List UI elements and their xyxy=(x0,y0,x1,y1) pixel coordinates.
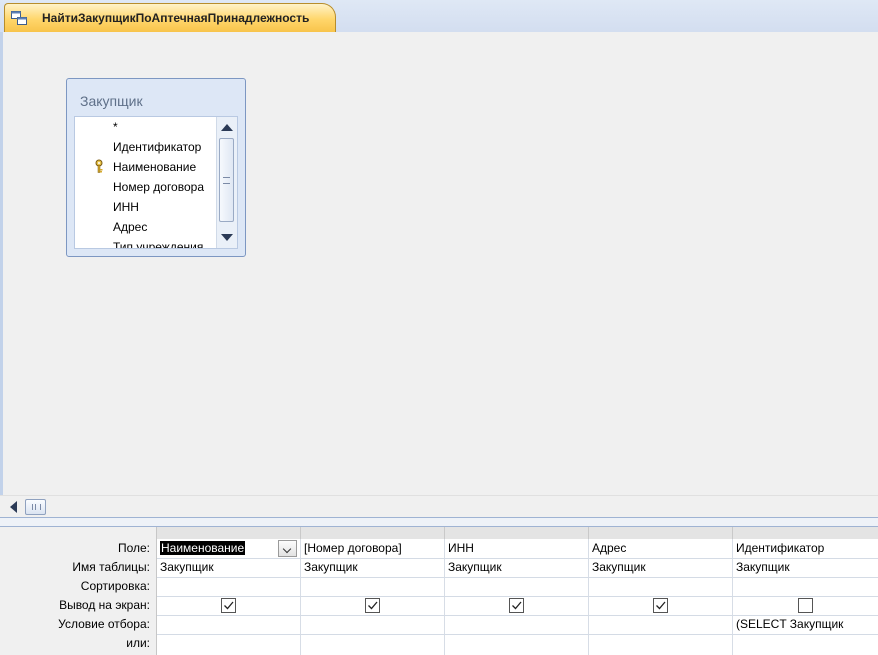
checkmark-icon xyxy=(224,601,234,610)
primary-key-icon xyxy=(95,159,103,173)
field-cell-1-selected-text: Наименование xyxy=(160,541,246,555)
show-checkbox-2[interactable] xyxy=(365,598,380,613)
field-list-body: * Идентификатор Наименование Номер догов… xyxy=(74,116,238,249)
field-list-item-name[interactable]: Наименование xyxy=(113,157,196,177)
row-label-table: Имя таблицы: xyxy=(72,560,150,574)
query-design-area[interactable]: Закупщик * Идентификатор Наименование Но… xyxy=(0,32,878,495)
row-label-or: или: xyxy=(126,636,150,650)
sort-cell-4[interactable] xyxy=(592,577,730,596)
field-list-title: Закупщик xyxy=(80,93,143,109)
grip-icon xyxy=(223,177,230,184)
show-checkbox-5[interactable] xyxy=(798,598,813,613)
query-grid-cells: Наименование [Номер договора] ИНН Адрес … xyxy=(156,527,878,655)
criteria-cell-3[interactable] xyxy=(448,615,586,634)
or-cell-4[interactable] xyxy=(592,634,730,653)
column-selector-4[interactable] xyxy=(589,527,733,539)
field-list-item-inn[interactable]: ИНН xyxy=(113,197,139,217)
table-field-list[interactable]: Закупщик * Идентификатор Наименование Но… xyxy=(66,78,246,257)
field-list-item-institution-type[interactable]: Тип учреждения xyxy=(113,237,203,248)
show-checkbox-1[interactable] xyxy=(221,598,236,613)
row-label-show: Вывод на экран: xyxy=(59,598,150,612)
show-checkbox-4[interactable] xyxy=(653,598,668,613)
field-cell-3[interactable]: ИНН xyxy=(448,539,474,558)
row-divider xyxy=(157,596,878,597)
field-list-item-all[interactable]: * xyxy=(113,117,118,137)
scroll-up-icon[interactable] xyxy=(221,124,233,131)
column-selector-1[interactable] xyxy=(157,527,301,539)
criteria-cell-4[interactable] xyxy=(592,615,730,634)
checkmark-icon xyxy=(368,601,378,610)
field-list-item-identifier[interactable]: Идентификатор xyxy=(113,137,201,157)
field-list-item-address[interactable]: Адрес xyxy=(113,217,147,237)
checkmark-icon xyxy=(656,601,666,610)
sort-cell-5[interactable] xyxy=(736,577,874,596)
criteria-cell-1[interactable] xyxy=(160,615,298,634)
or-cell-5[interactable] xyxy=(736,634,876,653)
design-horizontal-scrollbar[interactable] xyxy=(0,495,878,517)
horizontal-scroll-thumb[interactable] xyxy=(25,499,46,515)
field-dropdown-chevron-down-icon[interactable] xyxy=(278,540,297,557)
column-selector-3[interactable] xyxy=(445,527,589,539)
field-cell-4[interactable]: Адрес xyxy=(592,539,626,558)
field-list-scrollbar[interactable] xyxy=(216,117,237,248)
sort-cell-2[interactable] xyxy=(304,577,442,596)
sort-cell-3[interactable] xyxy=(448,577,586,596)
row-label-field: Поле: xyxy=(117,541,150,555)
grip-icon xyxy=(32,504,41,510)
or-cell-2[interactable] xyxy=(304,634,442,653)
field-cell-5[interactable]: Идентификатор xyxy=(736,539,824,558)
scroll-left-icon[interactable] xyxy=(10,501,17,513)
query-grid: Поле: Имя таблицы: Сортировка: Вывод на … xyxy=(0,527,878,655)
or-cell-1[interactable] xyxy=(160,634,298,653)
table-cell-4[interactable]: Закупщик xyxy=(592,558,646,577)
field-cell-1[interactable]: Наименование xyxy=(160,539,246,558)
pane-splitter[interactable] xyxy=(0,517,878,527)
column-selector-5[interactable] xyxy=(733,527,878,539)
show-checkbox-3[interactable] xyxy=(509,598,524,613)
field-list-item-contract-number[interactable]: Номер договора xyxy=(113,177,204,197)
table-cell-3[interactable]: Закупщик xyxy=(448,558,502,577)
checkmark-icon xyxy=(512,601,522,610)
criteria-cell-2[interactable] xyxy=(304,615,442,634)
or-cell-3[interactable] xyxy=(448,634,586,653)
sort-cell-1[interactable] xyxy=(160,577,298,596)
query-tab-title: НайтиЗакупщикПоАптечнаяПринадлежность xyxy=(42,11,310,25)
column-selector-2[interactable] xyxy=(301,527,445,539)
row-label-sort: Сортировка: xyxy=(80,579,150,593)
table-cell-1[interactable]: Закупщик xyxy=(160,558,214,577)
table-cell-2[interactable]: Закупщик xyxy=(304,558,358,577)
document-tab-strip: НайтиЗакупщикПоАптечнаяПринадлежность xyxy=(0,0,878,33)
field-cell-2[interactable]: [Номер договора] xyxy=(304,539,402,558)
query-tab[interactable]: НайтиЗакупщикПоАптечнаяПринадлежность xyxy=(4,3,336,32)
table-cell-5[interactable]: Закупщик xyxy=(736,558,790,577)
criteria-cell-5[interactable]: (SELECT Закупщик xyxy=(736,615,876,634)
query-icon xyxy=(11,11,27,25)
scroll-down-icon[interactable] xyxy=(221,234,233,241)
scroll-thumb[interactable] xyxy=(219,138,234,222)
row-label-criteria: Условие отбора: xyxy=(58,617,150,631)
